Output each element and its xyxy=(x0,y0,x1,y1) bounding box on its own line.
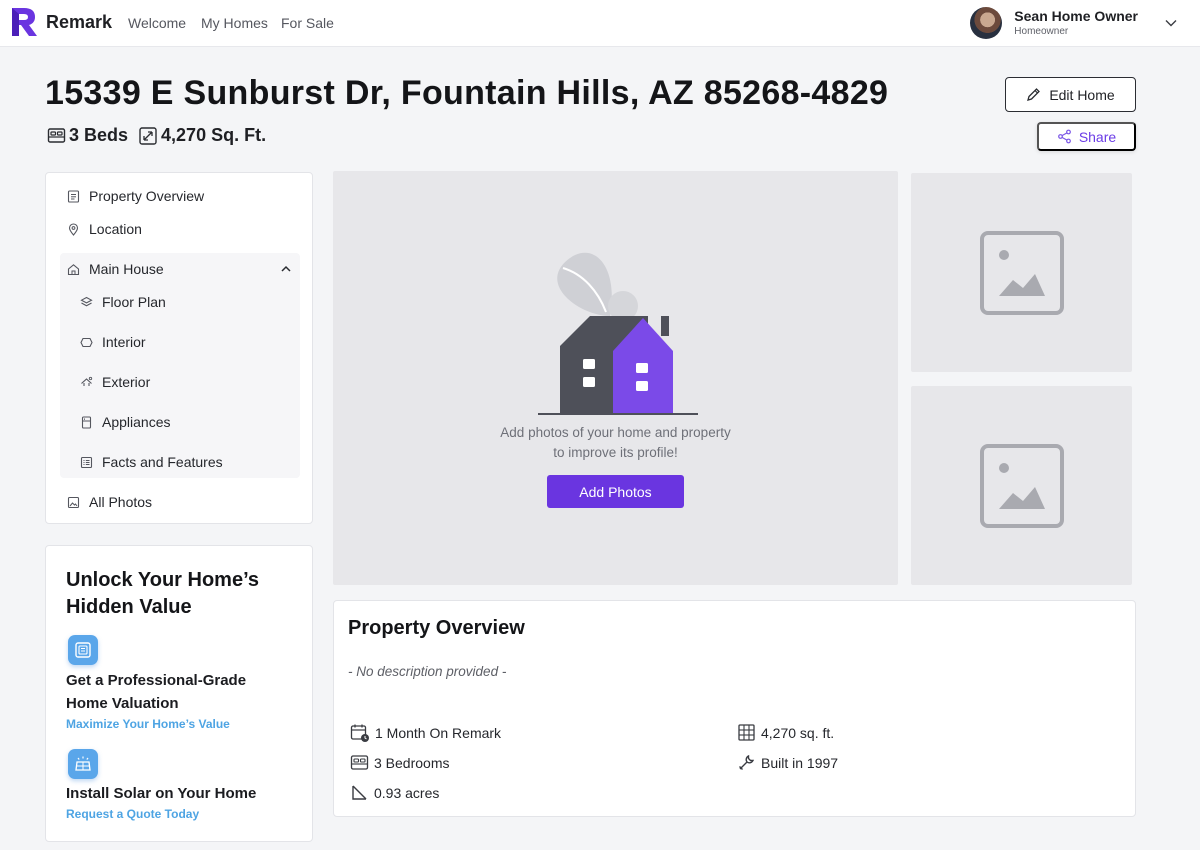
sidebar-item-exterior[interactable]: Exterior xyxy=(80,374,150,390)
fact-value: 3 Bedrooms xyxy=(374,754,450,771)
sidebar-item-label: Floor Plan xyxy=(102,294,166,310)
sidebar-item-label: Location xyxy=(89,221,142,237)
sidebar-item-all-photos[interactable]: All Photos xyxy=(67,494,152,510)
sidebar-item-label: Facts and Features xyxy=(102,454,223,470)
property-sidebar: Property Overview Location Main House Fl… xyxy=(45,172,313,524)
fact-time-on-remark: 1 Month On Remark xyxy=(350,723,501,743)
sidebar-item-label: All Photos xyxy=(89,494,153,510)
nav-link-my-homes[interactable]: My Homes xyxy=(201,15,268,31)
remark-logo-icon xyxy=(12,8,37,36)
sidebar-item-label: Main House xyxy=(89,261,164,277)
overview-description: - No description provided - xyxy=(348,664,507,679)
interior-icon xyxy=(80,337,93,347)
property-overview-card: Property Overview - No description provi… xyxy=(333,600,1136,817)
bed-icon xyxy=(47,128,66,143)
solar-panel-icon xyxy=(68,749,98,779)
document-icon xyxy=(67,189,80,203)
house-icon xyxy=(67,263,80,275)
sidebar-item-floor-plan[interactable]: Floor Plan xyxy=(80,294,166,310)
sidebar-item-label: Property Overview xyxy=(89,188,205,204)
sidebar-item-main-house[interactable]: Main House xyxy=(67,261,164,277)
pencil-icon xyxy=(1027,88,1041,101)
main-photo-placeholder: Add photos of your home and property to … xyxy=(333,171,898,585)
sqft-spec: 4,270 Sq. Ft. xyxy=(138,125,266,146)
nav-link-welcome[interactable]: Welcome xyxy=(128,15,186,31)
fact-acres: 0.93 acres xyxy=(350,783,439,802)
house-illustration-icon xyxy=(538,252,698,415)
user-name: Sean Home Owner xyxy=(1014,7,1138,24)
grid-area-icon xyxy=(738,724,755,741)
sidebar-item-appliances[interactable]: Appliances xyxy=(80,414,171,430)
user-info: Sean Home Owner Homeowner xyxy=(1014,8,1138,39)
add-photos-message: Add photos of your home and property to … xyxy=(333,423,898,463)
share-button[interactable]: Share xyxy=(1037,122,1136,151)
bed-icon xyxy=(350,755,369,770)
fact-value: 0.93 acres xyxy=(374,784,440,801)
user-menu[interactable]: Sean Home Owner Homeowner xyxy=(970,6,1178,40)
sqft-value: 4,270 Sq. Ft. xyxy=(161,125,267,145)
fact-sqft: 4,270 sq. ft. xyxy=(737,723,834,742)
add-photos-message-line1: Add photos of your home and property xyxy=(500,425,731,440)
fact-year-built: Built in 1997 xyxy=(737,753,838,772)
beds-value: 3 Beds xyxy=(69,125,129,145)
home-specs: 3 Beds 4,270 Sq. Ft. xyxy=(47,125,266,146)
edit-home-button[interactable]: Edit Home xyxy=(1005,77,1136,112)
fact-bedrooms: 3 Bedrooms xyxy=(350,753,449,772)
sidebar-item-facts-and-features[interactable]: Facts and Features xyxy=(80,454,223,470)
main-house-group xyxy=(60,253,300,478)
avatar[interactable] xyxy=(970,7,1003,39)
top-nav: Remark Welcome My Homes For Sale Sean Ho… xyxy=(0,0,1200,47)
photo-placeholder-1[interactable] xyxy=(911,173,1132,372)
fact-value: 4,270 sq. ft. xyxy=(761,724,835,741)
image-placeholder-icon xyxy=(979,230,1064,315)
promo-title: Unlock Your Home’s Hidden Value xyxy=(66,569,260,618)
overview-title: Property Overview xyxy=(348,617,525,639)
promo-card: Unlock Your Home’s Hidden Value Get a Pr… xyxy=(45,545,313,842)
solar-heading: Install Solar on Your Home xyxy=(66,785,257,802)
appliance-icon xyxy=(81,415,92,429)
user-role: Homeowner xyxy=(1014,25,1069,37)
add-photos-message-line2: to improve its profile! xyxy=(553,445,678,460)
solar-link[interactable]: Request a Quote Today xyxy=(66,807,199,821)
fact-value: 1 Month On Remark xyxy=(375,725,502,741)
beds-spec: 3 Beds xyxy=(47,125,128,146)
sidebar-item-label: Appliances xyxy=(102,414,171,430)
wrench-icon xyxy=(739,754,755,770)
area-icon xyxy=(139,126,157,145)
list-icon xyxy=(80,456,93,468)
page-title: 15339 E Sunburst Dr, Fountain Hills, AZ … xyxy=(45,74,889,112)
pin-icon xyxy=(68,222,79,236)
valuation-link[interactable]: Maximize Your Home’s Value xyxy=(66,717,230,731)
sidebar-item-interior[interactable]: Interior xyxy=(80,334,146,350)
add-photos-button[interactable]: Add Photos xyxy=(547,475,684,508)
share-label: Share xyxy=(1078,128,1117,145)
sidebar-item-property-overview[interactable]: Property Overview xyxy=(67,188,204,204)
layers-icon xyxy=(80,296,93,306)
chevron-up-icon[interactable] xyxy=(280,263,292,275)
calendar-clock-icon xyxy=(350,724,369,742)
image-placeholder-icon xyxy=(979,443,1064,528)
photo-placeholder-2[interactable] xyxy=(911,386,1132,585)
brand-logo[interactable]: Remark xyxy=(10,6,112,38)
sidebar-item-label: Interior xyxy=(102,334,146,350)
sidebar-item-label: Exterior xyxy=(102,374,151,390)
valuation-icon xyxy=(68,635,98,665)
exterior-icon xyxy=(81,376,93,386)
fact-value: Built in 1997 xyxy=(761,754,839,771)
nav-link-for-sale[interactable]: For Sale xyxy=(281,15,334,31)
sidebar-item-location[interactable]: Location xyxy=(67,221,142,237)
share-icon xyxy=(1057,129,1071,144)
brand-name: Remark xyxy=(46,11,113,32)
lot-size-icon xyxy=(352,785,367,800)
chevron-down-icon[interactable] xyxy=(1164,16,1178,30)
photo-icon xyxy=(67,496,80,508)
edit-home-label: Edit Home xyxy=(1049,86,1115,103)
valuation-heading: Get a Professional-Grade Home Valuation xyxy=(66,672,247,712)
